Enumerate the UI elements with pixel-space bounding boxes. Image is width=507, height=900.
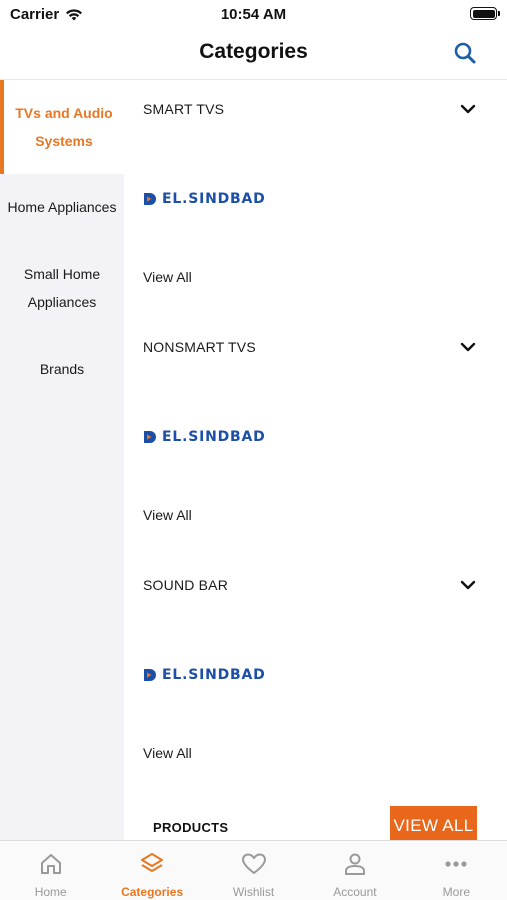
sidebar-item-label: TVs and Audio Systems: [15, 105, 113, 149]
tab-label: Wishlist: [232, 885, 275, 899]
tab-account[interactable]: Account: [304, 841, 405, 900]
home-icon: [40, 854, 61, 874]
tab-home[interactable]: Home: [0, 841, 101, 900]
status-time: 10:54 AM: [220, 6, 287, 23]
tab-bar: Home Categories Wishlist Account More: [0, 840, 507, 900]
chevron-down-icon[interactable]: [457, 336, 479, 358]
view-all-products-button[interactable]: VIEW ALL: [390, 806, 477, 840]
brand-mark-icon: [144, 431, 156, 443]
sidebar-item-label: Brands: [39, 361, 85, 377]
tab-label: More: [442, 885, 470, 899]
search-button[interactable]: [451, 40, 479, 68]
brand-mark-icon: [144, 669, 156, 681]
brand-logo-elsindbad[interactable]: EL.SINDBAD: [143, 664, 266, 686]
tab-wishlist[interactable]: Wishlist: [203, 841, 304, 900]
sidebar-item-tvs-audio[interactable]: TVs and Audio Systems: [0, 80, 124, 174]
subcategory-title: SOUND BAR: [143, 577, 229, 593]
subcategory-sound-bar: SOUND BAR EL.SINDBAD View All: [124, 556, 507, 794]
subcategory-title: NONSMART TVS: [143, 339, 256, 355]
person-icon: [344, 853, 365, 875]
battery-icon: [470, 7, 500, 20]
brand-name: EL.SINDBAD: [162, 191, 266, 207]
battery-level: [472, 9, 495, 18]
layers-icon: [141, 853, 164, 872]
category-content: SMART TVS EL.SINDBAD View All NONSMART T…: [124, 80, 507, 840]
subcategory-smart-tvs: SMART TVS EL.SINDBAD View All: [124, 80, 507, 318]
tab-more[interactable]: More: [406, 841, 507, 900]
sidebar-item-small-home-appliances[interactable]: Small Home Appliances: [0, 240, 124, 336]
status-bar: Carrier 10:54 AM: [0, 0, 507, 30]
chevron-down-icon[interactable]: [457, 574, 479, 596]
brand-logo-elsindbad[interactable]: EL.SINDBAD: [143, 426, 266, 448]
tab-label: Categories: [121, 885, 184, 899]
chevron-down-icon[interactable]: [457, 98, 479, 120]
brand-logo-elsindbad[interactable]: EL.SINDBAD: [143, 188, 266, 210]
brand-mark-icon: [144, 193, 156, 205]
brand-name: EL.SINDBAD: [162, 667, 266, 683]
page-title: Categories: [199, 40, 308, 63]
brand-name: EL.SINDBAD: [162, 429, 266, 445]
heart-icon: [241, 853, 266, 874]
tab-label: Home: [34, 885, 67, 899]
sidebar-item-brands[interactable]: Brands: [0, 336, 124, 402]
tab-categories[interactable]: Categories: [101, 841, 202, 900]
sidebar-item-label: Small Home Appliances: [23, 266, 101, 310]
view-all-link[interactable]: View All: [143, 269, 192, 285]
category-sidebar: TVs and Audio Systems Home Appliances Sm…: [0, 80, 124, 840]
sidebar-item-label: Home Appliances: [7, 199, 117, 215]
subcategory-title: SMART TVS: [143, 101, 225, 117]
tab-label: Account: [333, 885, 377, 899]
subcategory-nonsmart-tvs: NONSMART TVS EL.SINDBAD View All: [124, 318, 507, 556]
sidebar-item-home-appliances[interactable]: Home Appliances: [0, 174, 124, 240]
nav-header: Categories: [0, 30, 507, 80]
view-all-link[interactable]: View All: [143, 745, 192, 761]
more-dots-icon: [445, 861, 467, 867]
products-header: PRODUCTS VIEW ALL: [124, 794, 507, 840]
search-icon: [454, 42, 476, 64]
products-title: PRODUCTS: [153, 820, 229, 835]
view-all-link[interactable]: View All: [143, 507, 192, 523]
